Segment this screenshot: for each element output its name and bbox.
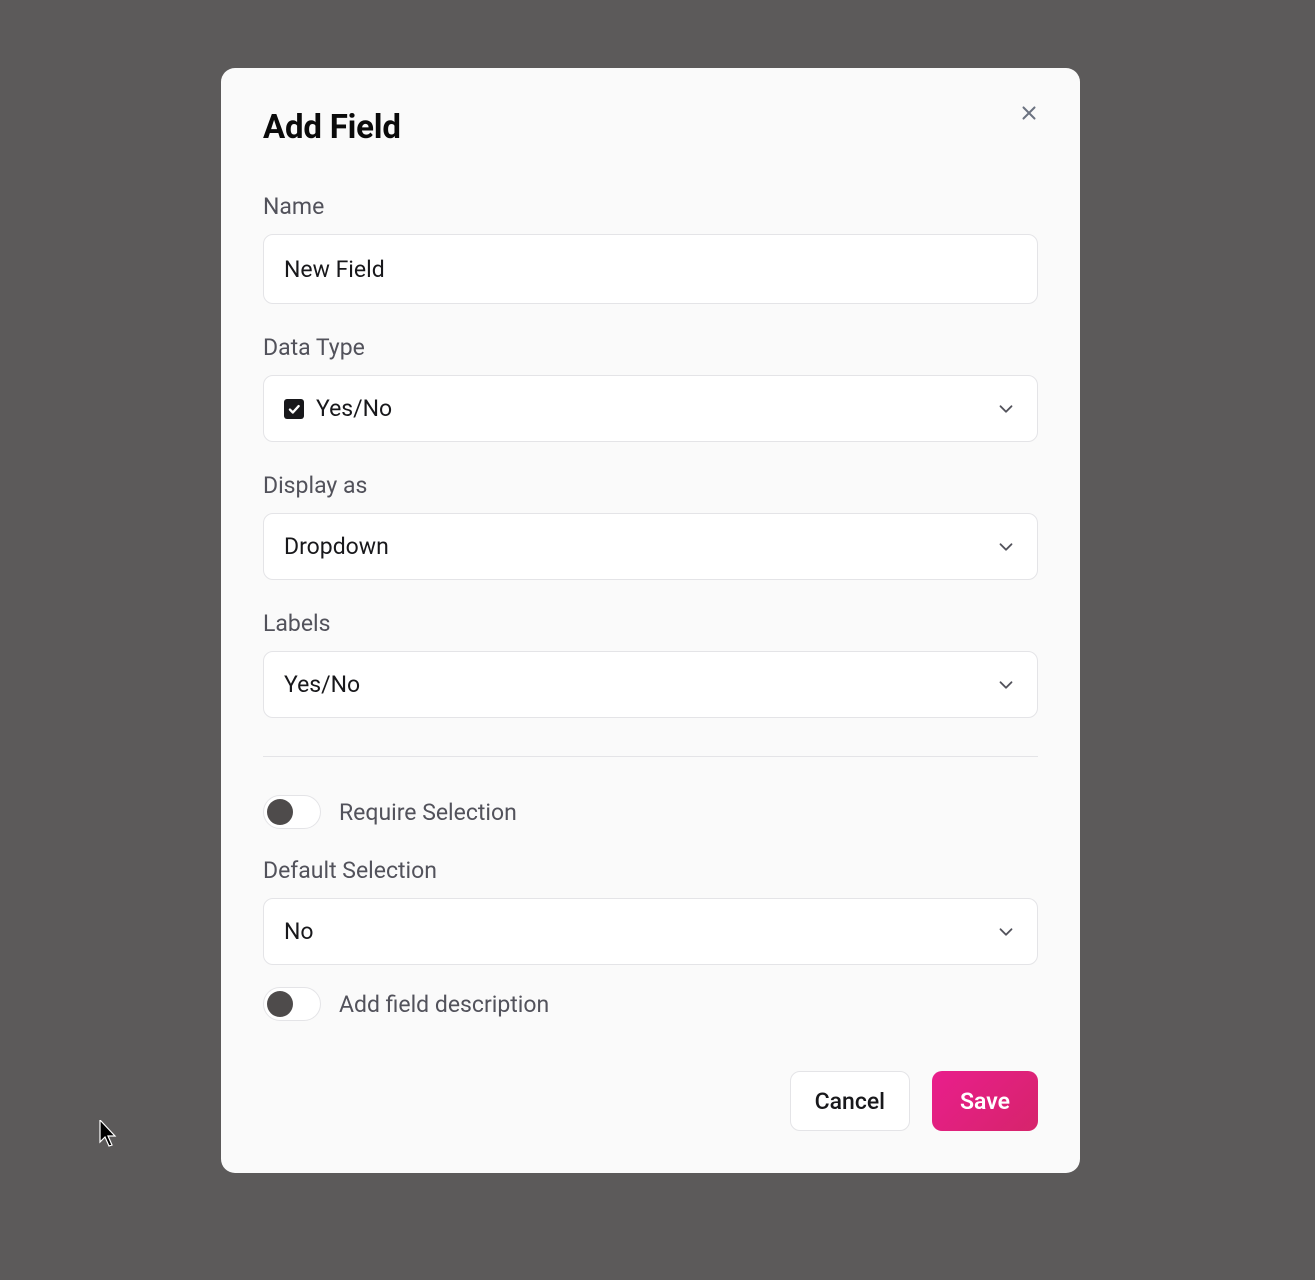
name-label: Name (263, 193, 1038, 220)
labels-select[interactable]: Yes/No (263, 651, 1038, 718)
display-as-group: Display as Dropdown (263, 472, 1038, 580)
close-icon (1018, 102, 1040, 124)
default-selection-select[interactable]: No (263, 898, 1038, 965)
cursor-icon (99, 1120, 121, 1152)
divider (263, 756, 1038, 757)
default-selection-label: Default Selection (263, 857, 1038, 884)
toggle-knob (267, 991, 293, 1017)
labels-label: Labels (263, 610, 1038, 637)
add-field-modal: Add Field Name Data Type Yes/No (221, 68, 1080, 1173)
require-selection-toggle[interactable] (263, 795, 321, 829)
chevron-down-icon (995, 398, 1017, 420)
display-as-label: Display as (263, 472, 1038, 499)
chevron-down-icon (995, 674, 1017, 696)
data-type-label: Data Type (263, 334, 1038, 361)
add-description-row: Add field description (263, 987, 1038, 1021)
require-selection-row: Require Selection (263, 795, 1038, 829)
display-as-value: Dropdown (284, 533, 389, 560)
add-description-label: Add field description (339, 991, 549, 1018)
close-button[interactable] (1014, 98, 1044, 131)
labels-value: Yes/No (284, 671, 360, 698)
data-type-group: Data Type Yes/No (263, 334, 1038, 442)
cancel-button[interactable]: Cancel (790, 1071, 910, 1131)
require-selection-label: Require Selection (339, 799, 517, 826)
save-button[interactable]: Save (932, 1071, 1038, 1131)
data-type-value: Yes/No (316, 395, 392, 422)
chevron-down-icon (995, 536, 1017, 558)
modal-header: Add Field (263, 108, 1038, 147)
chevron-down-icon (995, 921, 1017, 943)
button-row: Cancel Save (263, 1071, 1038, 1131)
add-description-toggle[interactable] (263, 987, 321, 1021)
default-selection-group: Default Selection No (263, 857, 1038, 965)
name-input[interactable] (263, 234, 1038, 304)
yesno-type-icon (284, 399, 304, 419)
toggle-knob (267, 799, 293, 825)
default-selection-value: No (284, 918, 314, 945)
modal-title: Add Field (263, 108, 401, 147)
data-type-select[interactable]: Yes/No (263, 375, 1038, 442)
display-as-select[interactable]: Dropdown (263, 513, 1038, 580)
labels-group: Labels Yes/No (263, 610, 1038, 718)
name-group: Name (263, 193, 1038, 304)
